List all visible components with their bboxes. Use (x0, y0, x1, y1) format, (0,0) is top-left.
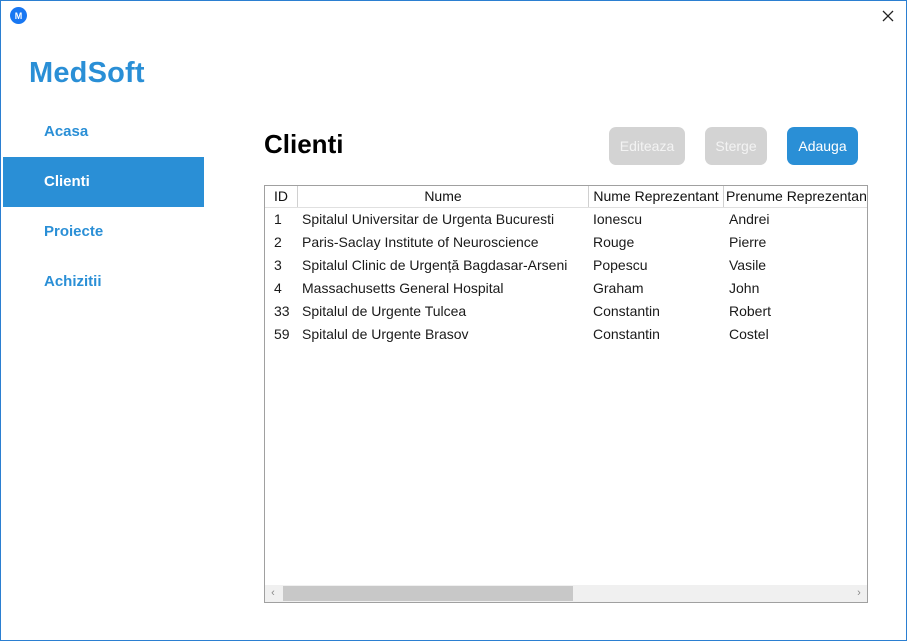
sidebar-nav: Acasa Clienti Proiecte Achizitii (3, 107, 204, 307)
cell-id: 59 (274, 326, 290, 342)
close-icon (882, 10, 894, 22)
table-row[interactable]: 3 Spitalul Clinic de Urgență Bagdasar-Ar… (265, 254, 867, 277)
cell-prenume-reprezentant: John (729, 280, 760, 296)
cell-prenume-reprezentant: Robert (729, 303, 772, 319)
sidebar-item-clienti[interactable]: Clienti (3, 157, 204, 207)
edit-button[interactable]: Editeaza (609, 127, 685, 165)
app-window: M MedSoft Acasa Clienti Proiecte Achizit… (0, 0, 907, 641)
cell-prenume-reprezentant: Andrei (729, 211, 770, 227)
cell-nume: Paris-Saclay Institute of Neuroscience (302, 234, 539, 250)
table-body: 1 Spitalul Universitar de Urgenta Bucure… (265, 208, 867, 346)
cell-id: 3 (274, 257, 282, 273)
scrollbar-thumb[interactable] (283, 586, 573, 601)
table-row[interactable]: 33 Spitalul de Urgente Tulcea Constantin… (265, 300, 867, 323)
add-button[interactable]: Adauga (787, 127, 858, 165)
column-header-nume-reprezentant[interactable]: Nume Reprezentant (589, 186, 724, 207)
page-title: Clienti (264, 129, 344, 159)
table-row[interactable]: 4 Massachusetts General Hospital Graham … (265, 277, 867, 300)
table-row[interactable]: 1 Spitalul Universitar de Urgenta Bucure… (265, 208, 867, 231)
cell-prenume-reprezentant: Costel (729, 326, 769, 342)
cell-nume-reprezentant: Ionescu (593, 211, 643, 227)
sidebar-item-proiecte[interactable]: Proiecte (3, 207, 204, 257)
cell-nume: Spitalul de Urgente Tulcea (302, 303, 467, 319)
cell-nume: Spitalul Universitar de Urgenta Bucurest… (302, 211, 555, 227)
table-header: ID Nume Nume Reprezentant Prenume Reprez… (265, 186, 867, 208)
table-row[interactable]: 2 Paris-Saclay Institute of Neuroscience… (265, 231, 867, 254)
cell-id: 2 (274, 234, 282, 250)
table-row[interactable]: 59 Spitalul de Urgente Brasov Constantin… (265, 323, 867, 346)
column-header-id[interactable]: ID (265, 186, 298, 207)
app-logo-icon: M (10, 7, 27, 24)
cell-nume: Spitalul Clinic de Urgență Bagdasar-Arse… (302, 257, 568, 273)
cell-prenume-reprezentant: Vasile (729, 257, 767, 273)
svg-text:M: M (15, 11, 23, 21)
cell-nume: Massachusetts General Hospital (302, 280, 504, 296)
cell-nume: Spitalul de Urgente Brasov (302, 326, 469, 342)
close-button[interactable] (876, 5, 900, 27)
sidebar-item-acasa[interactable]: Acasa (3, 107, 204, 157)
cell-nume-reprezentant: Popescu (593, 257, 648, 273)
horizontal-scrollbar[interactable]: ‹ › (265, 585, 867, 602)
app-brand-title: MedSoft (29, 57, 145, 89)
chevron-right-icon[interactable]: › (851, 585, 867, 602)
clients-table[interactable]: ID Nume Nume Reprezentant Prenume Reprez… (264, 185, 868, 603)
cell-nume-reprezentant: Constantin (593, 303, 660, 319)
cell-prenume-reprezentant: Pierre (729, 234, 767, 250)
column-header-nume[interactable]: Nume (298, 186, 589, 207)
cell-nume-reprezentant: Graham (593, 280, 644, 296)
cell-nume-reprezentant: Constantin (593, 326, 660, 342)
cell-id: 1 (274, 211, 282, 227)
cell-id: 33 (274, 303, 290, 319)
cell-nume-reprezentant: Rouge (593, 234, 635, 250)
delete-button[interactable]: Sterge (705, 127, 767, 165)
cell-id: 4 (274, 280, 282, 296)
sidebar-item-achizitii[interactable]: Achizitii (3, 257, 204, 307)
chevron-left-icon[interactable]: ‹ (265, 585, 281, 602)
column-header-prenume-reprezentant[interactable]: Prenume Reprezentant (724, 186, 867, 207)
